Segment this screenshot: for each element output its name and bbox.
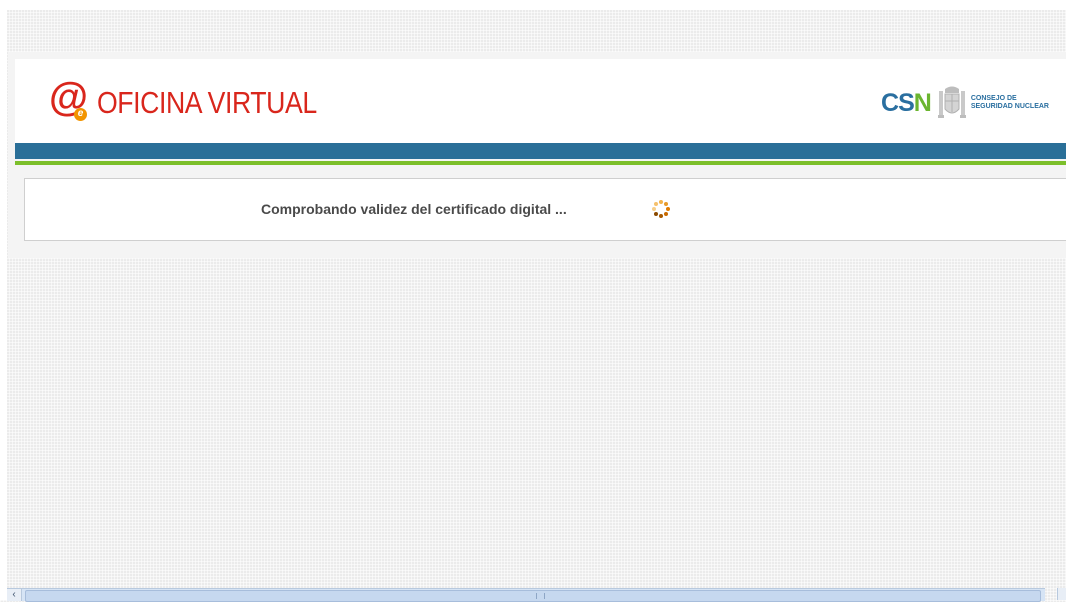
csn-wordmark: CSN bbox=[881, 89, 932, 117]
window-left-edge bbox=[0, 0, 7, 600]
header: @ e OFICINA VIRTUAL CSN CONSEJO DE SEGUR… bbox=[15, 59, 1066, 143]
horizontal-scrollbar[interactable]: ‹ bbox=[7, 588, 1045, 602]
coat-of-arms-icon bbox=[937, 86, 966, 118]
scrollbar-grip bbox=[536, 593, 545, 599]
brand[interactable]: @ e OFICINA VIRTUAL bbox=[49, 75, 353, 125]
header-green-line bbox=[15, 161, 1066, 165]
csn-caption: CONSEJO DE SEGURIDAD NUCLEAR bbox=[970, 95, 1049, 110]
header-blue-band bbox=[15, 143, 1066, 159]
page-title: OFICINA VIRTUAL bbox=[97, 85, 317, 120]
window-top-edge bbox=[0, 0, 1066, 10]
status-message: Comprobando validez del certificado digi… bbox=[261, 201, 567, 217]
loading-spinner-icon bbox=[652, 200, 670, 218]
vertical-scrollbar-corner[interactable] bbox=[1057, 588, 1066, 600]
at-sign-e-icon: @ e bbox=[49, 75, 89, 121]
csn-logo[interactable]: CSN CONSEJO DE SEGURIDAD NUCLEAR bbox=[881, 81, 1061, 125]
virtual-office-frame: @ e OFICINA VIRTUAL CSN CONSEJO DE SEGUR… bbox=[8, 52, 1066, 258]
status-panel: Comprobando validez del certificado digi… bbox=[24, 178, 1066, 241]
chevron-left-icon[interactable]: ‹ bbox=[7, 589, 22, 601]
scrollbar-thumb[interactable] bbox=[25, 590, 1041, 602]
